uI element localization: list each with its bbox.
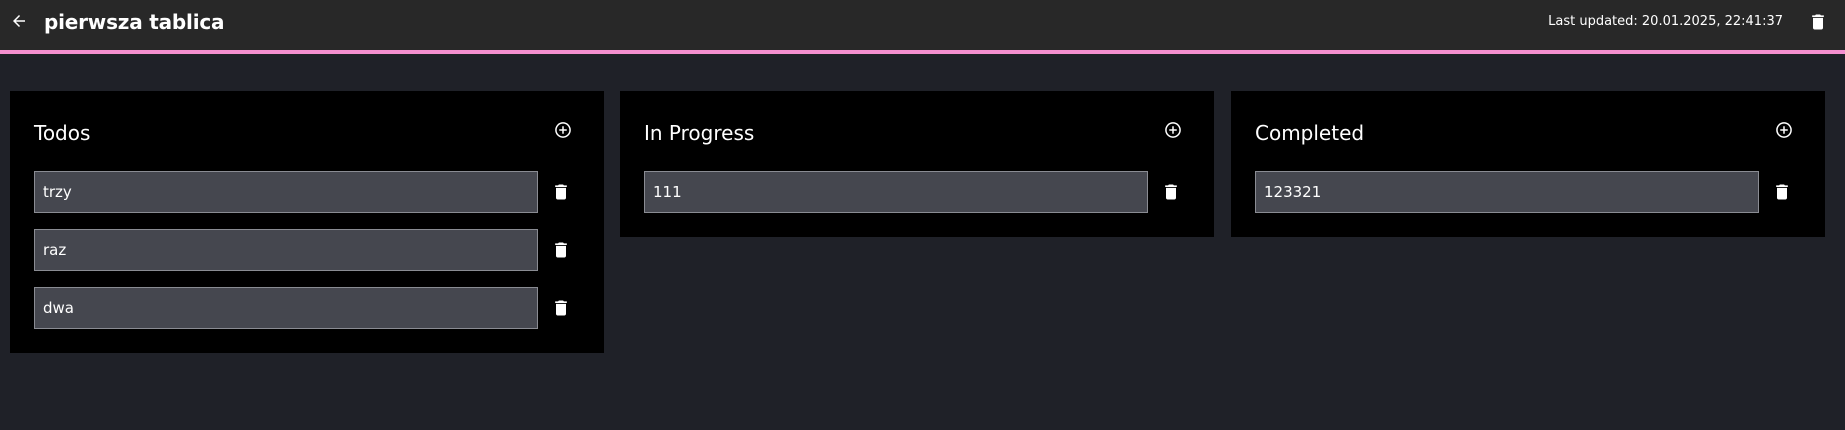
delete-task-button[interactable] [1771, 181, 1793, 203]
task-row [34, 171, 580, 213]
page-title: pierwsza tablica [44, 10, 225, 34]
column-title: Todos [34, 121, 91, 145]
task-input[interactable] [1255, 171, 1759, 213]
trash-icon [1776, 184, 1788, 200]
last-updated-text: Last updated: 20.01.2025, 22:41:37 [1548, 14, 1783, 29]
delete-task-button[interactable] [550, 297, 572, 319]
task-input[interactable] [644, 171, 1148, 213]
trash-icon [1812, 14, 1824, 30]
task-input[interactable] [34, 171, 538, 213]
trash-icon [1165, 184, 1177, 200]
task-row [1255, 171, 1801, 213]
column-header: In Progress [644, 115, 1190, 151]
delete-board-button[interactable] [1807, 11, 1829, 33]
add-task-button[interactable] [552, 119, 574, 141]
column-in-progress: In Progress [620, 91, 1214, 237]
task-row [644, 171, 1190, 213]
delete-task-button[interactable] [1160, 181, 1182, 203]
trash-icon [555, 242, 567, 258]
column-todos: Todos [10, 91, 604, 353]
delete-task-button[interactable] [550, 239, 572, 261]
task-row [34, 287, 580, 329]
plus-circle-icon [1165, 122, 1181, 138]
trash-icon [555, 300, 567, 316]
task-row [34, 229, 580, 271]
task-input[interactable] [34, 229, 538, 271]
top-bar: pierwsza tablica Last updated: 20.01.202… [0, 0, 1845, 54]
delete-task-button[interactable] [550, 181, 572, 203]
column-title: In Progress [644, 121, 755, 145]
task-input[interactable] [34, 287, 538, 329]
plus-circle-icon [555, 122, 571, 138]
column-title: Completed [1255, 121, 1365, 145]
back-button[interactable] [8, 10, 30, 32]
column-header: Completed [1255, 115, 1801, 151]
plus-circle-icon [1776, 122, 1792, 138]
column-completed: Completed [1231, 91, 1825, 237]
column-header: Todos [34, 115, 580, 151]
add-task-button[interactable] [1162, 119, 1184, 141]
arrow-left-icon [13, 15, 25, 27]
trash-icon [555, 184, 567, 200]
add-task-button[interactable] [1773, 119, 1795, 141]
